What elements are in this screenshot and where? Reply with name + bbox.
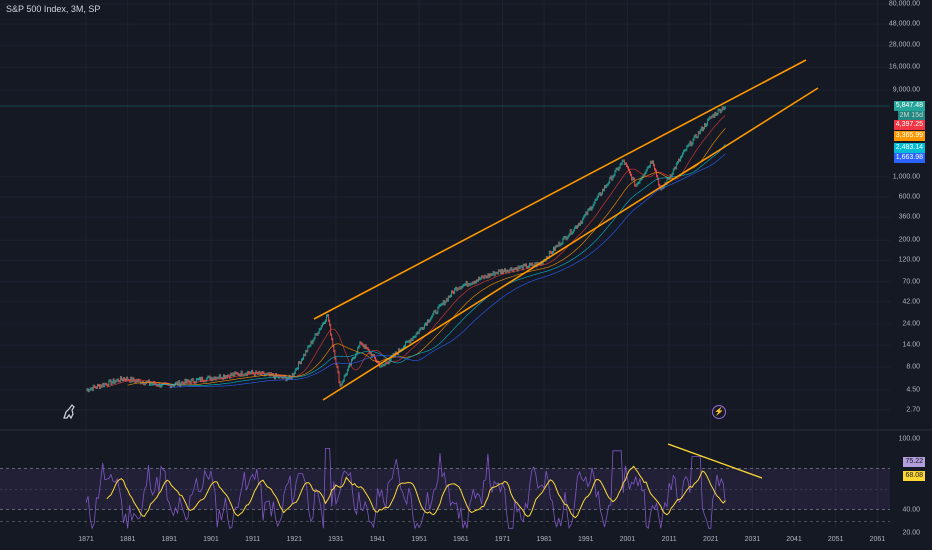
price-axis-label: 200.00: [898, 236, 920, 244]
time-axis-label: 1961: [453, 536, 469, 543]
channel-lower-line: [322, 87, 819, 401]
time-axis-label: 1901: [203, 536, 219, 543]
time-axis-label: 1951: [411, 536, 427, 543]
time-axis-label: 1941: [369, 536, 386, 543]
price-axis-label: 360.00: [898, 213, 920, 221]
moving-average-red: [106, 114, 726, 388]
time-axis-label: 1871: [78, 536, 94, 543]
dinosaur-icon[interactable]: [60, 402, 80, 422]
price-axis-label: 1,000.00: [892, 173, 920, 181]
time-axis-label: 1891: [161, 536, 178, 543]
rsi-axis-label: 20.00: [902, 529, 920, 537]
rsi-axis-label: 40.00: [902, 506, 920, 513]
time-axis-label: 2001: [619, 536, 636, 543]
price-axis-label: 28,000.00: [888, 41, 920, 49]
time-axis-label: 1991: [578, 536, 594, 543]
price-axis-label: 70.00: [902, 278, 920, 286]
time-axis-label: 2021: [702, 536, 719, 543]
time-axis-label: 1921: [286, 536, 303, 543]
rsi-tag: 75.22: [903, 457, 925, 467]
time-axis-label: 1931: [328, 536, 344, 543]
price-axis-label: 48,000.00: [888, 20, 920, 28]
time-axis-label: 2061: [869, 536, 886, 543]
rsi-axis-label: 100.00: [898, 435, 920, 443]
chart-root[interactable]: S&P 500 Index, 3M, SP 80,000.00 48,000.00…: [0, 0, 932, 550]
price-tag: 5,847.48: [893, 101, 925, 111]
rsi-tag: 68.08: [903, 471, 925, 481]
price-axis-label: 9,000.00: [892, 86, 920, 94]
time-axis-label: 1981: [536, 536, 552, 543]
channel-upper-line: [313, 59, 807, 320]
time-axis-label: 2031: [744, 536, 761, 543]
time-axis-label: 1971: [494, 536, 511, 543]
moving-average-orange: [127, 128, 726, 386]
time-axis-label: 2041: [786, 536, 802, 543]
price-tag: 1,663.98: [893, 153, 925, 163]
price-axis-label: 42.00: [902, 298, 920, 306]
time-axis-label: 1881: [119, 536, 136, 543]
time-axis-label: 1911: [245, 536, 261, 543]
lightning-icon[interactable]: ⚡: [712, 405, 726, 419]
price-axis-label: 600.00: [898, 193, 920, 201]
price-axis-label: 16,000.00: [888, 63, 920, 71]
price-tag: 2,483.14: [893, 143, 925, 153]
chart-title: S&P 500 Index, 3M, SP: [6, 4, 101, 14]
price-axis-label: 8.00: [906, 363, 920, 371]
price-axis-label: 4.50: [906, 386, 920, 394]
price-axis-label: 14.00: [902, 341, 920, 349]
time-axis-label: 2011: [661, 536, 677, 543]
price-axis-label: 120.00: [898, 256, 920, 264]
price-axis-label: 80,000.00: [888, 0, 920, 8]
price-axis-label: 2.70: [906, 406, 920, 414]
price-tag: 3,365.99: [893, 131, 925, 141]
price-tag: 4,397.25: [893, 120, 925, 130]
price-chart[interactable]: [0, 0, 932, 550]
price-axis-label: 24.00: [902, 320, 920, 328]
time-axis-label: 2051: [827, 536, 844, 543]
